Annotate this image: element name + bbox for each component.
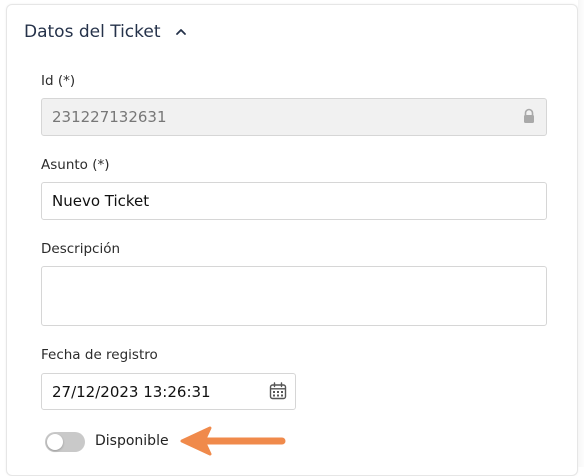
id-label: Id (*) bbox=[41, 73, 76, 89]
section-title: Datos del Ticket bbox=[24, 22, 161, 42]
disponible-label: Disponible bbox=[95, 433, 169, 449]
section-header[interactable]: Datos del Ticket bbox=[24, 22, 187, 42]
asunto-input[interactable]: Nuevo Ticket bbox=[41, 182, 547, 220]
asunto-label: Asunto (*) bbox=[41, 157, 110, 173]
fecha-input[interactable]: 27/12/2023 13:26:31 bbox=[41, 373, 296, 410]
disponible-toggle[interactable] bbox=[45, 432, 85, 452]
toggle-knob bbox=[47, 434, 63, 450]
panel-edge bbox=[578, 0, 584, 467]
asunto-value: Nuevo Ticket bbox=[52, 192, 150, 210]
fecha-value: 27/12/2023 13:26:31 bbox=[52, 382, 211, 401]
fecha-label: Fecha de registro bbox=[41, 347, 158, 363]
descripcion-label: Descripción bbox=[41, 241, 121, 257]
calendar-icon[interactable] bbox=[269, 382, 287, 400]
lock-icon bbox=[524, 108, 534, 123]
descripcion-textarea[interactable] bbox=[41, 266, 547, 326]
id-field: 231227132631 bbox=[41, 98, 547, 136]
chevron-up-icon[interactable] bbox=[175, 26, 187, 38]
id-value: 231227132631 bbox=[52, 108, 167, 126]
arrow-left-icon bbox=[180, 426, 286, 456]
